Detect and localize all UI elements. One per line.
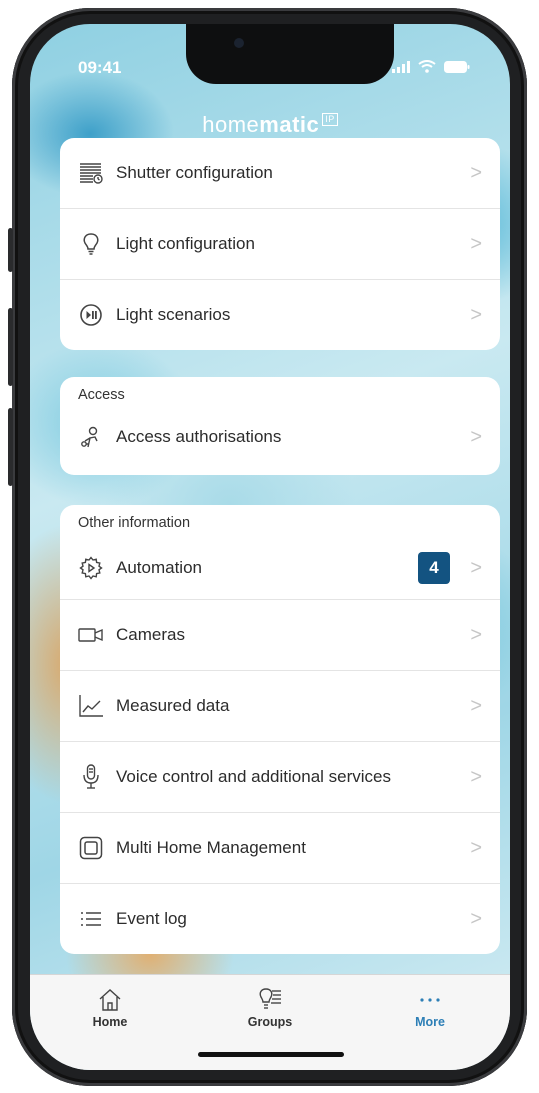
section-heading-other-information: Other information: [78, 515, 191, 531]
menu-item-voice-control[interactable]: Voice control and additional services >: [60, 742, 500, 813]
shutter-icon: [78, 160, 104, 186]
other-information-card: Other information Automation 4 > Cameras…: [60, 505, 500, 954]
brand-light: home: [202, 112, 260, 137]
chevron-right-icon: >: [470, 694, 482, 717]
menu-item-automation[interactable]: Automation 4 >: [60, 537, 500, 600]
house-icon: [60, 985, 160, 1015]
access-card: Access Access authorisations >: [60, 377, 500, 475]
tab-more[interactable]: More: [380, 985, 480, 1029]
tab-label: Groups: [247, 1015, 293, 1029]
side-button-volume-up: [8, 308, 13, 386]
config-card: Shutter configuration > Light configurat…: [60, 138, 500, 350]
menu-label: Measured data: [116, 696, 230, 715]
camera-lens: [234, 38, 244, 48]
automation-count-badge: 4: [418, 552, 450, 584]
menu-label: Light scenarios: [116, 305, 231, 324]
menu-item-light-scenarios[interactable]: Light scenarios >: [60, 280, 500, 350]
side-button-volume-down: [8, 408, 13, 486]
screen: 09:41 homematic IP Shutter configuration …: [30, 24, 510, 1070]
notch: [186, 24, 394, 84]
lightbulb-icon: [78, 231, 104, 257]
chevron-right-icon: >: [470, 425, 482, 448]
battery-icon: [444, 60, 470, 73]
wifi-icon: [418, 60, 436, 73]
status-icons: [392, 60, 470, 73]
chart-icon: [78, 693, 104, 719]
chevron-right-icon: >: [470, 556, 482, 579]
menu-item-cameras[interactable]: Cameras >: [60, 600, 500, 671]
menu-label: Automation: [116, 558, 202, 577]
menu-label: Cameras: [116, 625, 185, 644]
menu-item-measured-data[interactable]: Measured data >: [60, 671, 500, 742]
status-time: 09:41: [78, 58, 122, 77]
menu-item-multi-home-management[interactable]: Multi Home Management >: [60, 813, 500, 884]
brand-badge: IP: [322, 113, 338, 126]
menu-item-shutter-configuration[interactable]: Shutter configuration >: [60, 138, 500, 209]
chevron-right-icon: >: [470, 303, 482, 326]
side-button-silent: [8, 228, 13, 272]
gear-play-icon: [78, 555, 104, 581]
tab-home[interactable]: Home: [60, 985, 160, 1029]
chevron-right-icon: >: [470, 765, 482, 788]
groups-icon: [220, 985, 320, 1015]
menu-item-event-log[interactable]: Event log >: [60, 884, 500, 954]
menu-item-access-authorisations[interactable]: Access authorisations >: [60, 409, 500, 465]
tab-label: Home: [92, 1015, 128, 1029]
microphone-icon: [78, 764, 104, 790]
chevron-right-icon: >: [470, 907, 482, 930]
chevron-right-icon: >: [470, 623, 482, 646]
menu-label: Light configuration: [116, 234, 255, 253]
menu-label: Access authorisations: [116, 427, 282, 446]
more-dots-icon: [380, 985, 480, 1015]
multi-home-icon: [78, 835, 104, 861]
home-indicator[interactable]: [198, 1052, 344, 1057]
menu-label: Event log: [116, 909, 187, 928]
brand-bold: matic: [259, 112, 320, 137]
signal-icon: [392, 60, 410, 73]
camera-icon: [78, 622, 104, 648]
chevron-right-icon: >: [470, 161, 482, 184]
tab-label: More: [415, 1015, 445, 1029]
menu-label: Shutter configuration: [116, 163, 273, 182]
app-logo: homematic IP: [30, 112, 510, 138]
chevron-right-icon: >: [470, 232, 482, 255]
menu-label: Voice control and additional services: [116, 767, 391, 786]
tab-groups[interactable]: Groups: [220, 985, 320, 1029]
menu-item-light-configuration[interactable]: Light configuration >: [60, 209, 500, 280]
section-heading-access: Access: [78, 387, 125, 403]
chevron-right-icon: >: [470, 836, 482, 859]
menu-label: Multi Home Management: [116, 838, 306, 857]
play-pause-icon: [78, 302, 104, 328]
key-person-icon: [78, 424, 104, 450]
list-icon: [78, 906, 104, 932]
